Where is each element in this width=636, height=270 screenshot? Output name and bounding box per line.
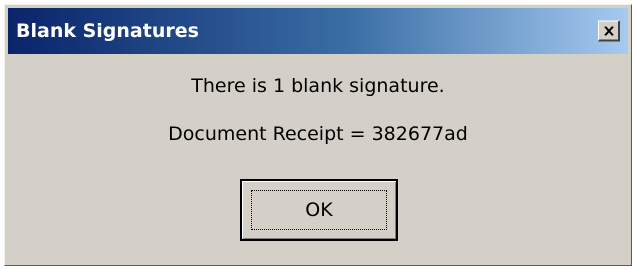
- ok-button-label: OK: [305, 199, 333, 221]
- close-button[interactable]: [598, 20, 620, 42]
- close-icon: [603, 26, 614, 35]
- title-bar[interactable]: Blank Signatures: [8, 8, 628, 54]
- blank-signatures-dialog: Blank Signatures There is 1 blank signat…: [4, 4, 632, 266]
- window-title: Blank Signatures: [16, 20, 199, 42]
- blank-signature-message: There is 1 blank signature.: [191, 75, 445, 97]
- document-receipt-message: Document Receipt = 382677ad: [168, 123, 468, 145]
- ok-button[interactable]: OK: [240, 179, 398, 241]
